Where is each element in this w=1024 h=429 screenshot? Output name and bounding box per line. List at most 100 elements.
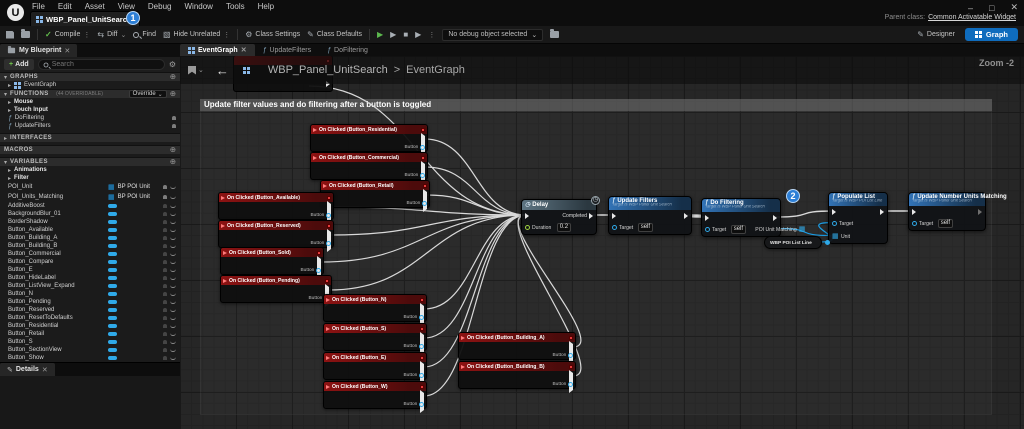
exec-out-pin[interactable] xyxy=(684,212,688,219)
eye-closed-icon[interactable] xyxy=(170,229,176,232)
delegate-pin[interactable] xyxy=(420,384,424,389)
eye-closed-icon[interactable] xyxy=(170,301,176,304)
object-pin[interactable] xyxy=(419,343,424,349)
delegate-pin[interactable] xyxy=(327,223,331,228)
play-button[interactable]: ▶ xyxy=(377,30,383,39)
node-delay[interactable]: ◷ Delay ◷ Completed Duration 0.2 xyxy=(521,196,600,235)
bell-icon[interactable] xyxy=(163,195,167,199)
eye-closed-icon[interactable] xyxy=(170,253,176,256)
node-update-filters[interactable]: ƒ Update Filters Target is WBP Panel Unit … xyxy=(608,196,692,235)
section-macros[interactable]: MACROS ⊕ xyxy=(0,145,180,154)
eye-closed-icon[interactable] xyxy=(170,196,176,199)
section-functions[interactable]: ▾ FUNCTIONS (44 OVERRIDABLE) Override ⌄ ⊕ xyxy=(0,89,180,98)
exec-in-pin[interactable] xyxy=(612,212,616,219)
exec-out-pin[interactable] xyxy=(589,212,593,219)
eye-closed-icon[interactable] xyxy=(170,285,176,288)
add-button[interactable]: + Add xyxy=(4,59,34,70)
add-new-icon[interactable]: ⊕ xyxy=(170,90,176,98)
eye-closed-icon[interactable] xyxy=(170,186,176,189)
eye-closed-icon[interactable] xyxy=(170,293,176,296)
tab-details[interactable]: ✎ Details ✕ xyxy=(0,363,55,376)
bell-icon[interactable] xyxy=(163,228,167,232)
eye-closed-icon[interactable] xyxy=(170,237,176,240)
add-new-icon[interactable]: ⊕ xyxy=(170,73,176,81)
menu-asset[interactable]: Asset xyxy=(85,2,105,11)
event-node[interactable]: On Clicked (Button_Commercial) Button xyxy=(310,152,428,184)
object-pin[interactable] xyxy=(419,314,424,320)
section-graphs[interactable]: ▾ GRAPHS ⊕ xyxy=(0,72,180,81)
delegate-pin[interactable] xyxy=(569,364,573,369)
object-pin[interactable] xyxy=(316,267,321,273)
bell-icon[interactable] xyxy=(163,212,167,216)
menu-view[interactable]: View xyxy=(118,2,135,11)
variable-row[interactable]: POI_Unit ▦ BP POI Unit xyxy=(0,182,180,192)
tab-updatefilters[interactable]: ƒ UpdateFilters xyxy=(255,44,320,56)
object-pin[interactable] xyxy=(568,381,573,387)
bell-icon[interactable] xyxy=(163,244,167,248)
class-defaults-button[interactable]: ✎ Class Defaults xyxy=(307,30,362,39)
browse-debug-icon[interactable] xyxy=(550,29,560,38)
eye-closed-icon[interactable] xyxy=(170,245,176,248)
event-node[interactable]: On Clicked (Button_Reserved) Button xyxy=(218,220,334,252)
node-update-number[interactable]: ƒ Update Number Units Matching Target is W… xyxy=(908,192,1007,231)
object-pin[interactable] xyxy=(420,144,425,150)
float-pin[interactable] xyxy=(525,225,530,230)
eye-closed-icon[interactable] xyxy=(170,213,176,216)
eye-closed-icon[interactable] xyxy=(170,317,176,320)
variable-row[interactable]: Button_ListView_Expand xyxy=(0,282,180,290)
variable-row[interactable]: POI_Units_Matching ▦ BP POI Unit xyxy=(0,192,180,202)
event-node[interactable]: On Clicked (Button_Retail) Button xyxy=(320,180,430,212)
object-pin[interactable] xyxy=(326,240,331,246)
grid-pin[interactable]: ▦ xyxy=(799,226,806,233)
bell-icon[interactable] xyxy=(163,356,167,360)
variable-row[interactable]: Button_Available xyxy=(0,226,180,234)
back-arrow-icon[interactable]: ← xyxy=(216,63,229,78)
event-node[interactable]: On Clicked (Button_Sold) Button xyxy=(220,247,324,279)
bell-icon[interactable] xyxy=(163,204,167,208)
event-node[interactable]: On Clicked (Button_S) Button xyxy=(323,323,427,355)
pin-value[interactable]: self xyxy=(637,223,654,232)
search-input[interactable] xyxy=(51,61,160,68)
variable-row[interactable]: Button_N xyxy=(0,290,180,298)
bell-icon[interactable] xyxy=(163,300,167,304)
delegate-pin[interactable] xyxy=(420,355,424,360)
debug-object-select[interactable]: No debug object selected ⌄ xyxy=(442,28,544,41)
breadcrumb-root[interactable]: WBP_Panel_UnitSearch xyxy=(268,64,388,76)
designer-button[interactable]: ✎ Designer xyxy=(917,30,955,39)
bell-icon[interactable] xyxy=(163,276,167,280)
bell-icon[interactable] xyxy=(163,185,167,189)
tab-eventgraph[interactable]: EventGraph ✕ xyxy=(180,44,255,56)
bell-icon[interactable] xyxy=(163,348,167,352)
variable-row[interactable]: BorderShadow xyxy=(0,218,180,226)
variable-row[interactable]: BackgroundBlur_01 xyxy=(0,210,180,218)
delegate-pin[interactable] xyxy=(325,278,329,283)
pin-value[interactable]: self xyxy=(937,219,954,228)
obj-pin[interactable] xyxy=(612,225,617,230)
bookmark-icon[interactable] xyxy=(188,65,196,75)
section-variables[interactable]: ▾ VARIABLES ⊕ xyxy=(0,157,180,166)
variable-row[interactable]: Button_Residential xyxy=(0,322,180,330)
obj-pin[interactable] xyxy=(705,227,710,232)
eye-closed-icon[interactable] xyxy=(170,221,176,224)
variable-row[interactable]: Button_Reserved xyxy=(0,306,180,314)
object-pin[interactable] xyxy=(419,372,424,378)
exec-out-pin[interactable] xyxy=(880,208,884,215)
object-pin[interactable] xyxy=(422,200,427,206)
close-tab-icon[interactable]: ✕ xyxy=(64,47,70,55)
delegate-pin[interactable] xyxy=(317,250,321,255)
bell-icon[interactable] xyxy=(172,124,176,128)
save-icon[interactable] xyxy=(6,30,14,39)
eye-closed-icon[interactable] xyxy=(170,357,176,360)
function-item-dofiltering[interactable]: ƒ DoFiltering xyxy=(0,114,180,122)
variable-row[interactable]: Button_Building_B xyxy=(0,242,180,250)
bell-icon[interactable] xyxy=(163,308,167,312)
variable-row[interactable]: Button_Compare xyxy=(0,258,180,266)
menu-help[interactable]: Help xyxy=(258,2,274,11)
bell-icon[interactable] xyxy=(163,236,167,240)
eye-closed-icon[interactable] xyxy=(170,269,176,272)
grid-pin[interactable]: ▦ xyxy=(832,233,839,240)
settings-gear-icon[interactable]: ⚙ xyxy=(169,60,176,69)
delegate-pin[interactable] xyxy=(569,335,573,340)
exec-in-pin[interactable] xyxy=(705,214,709,221)
bell-icon[interactable] xyxy=(163,268,167,272)
